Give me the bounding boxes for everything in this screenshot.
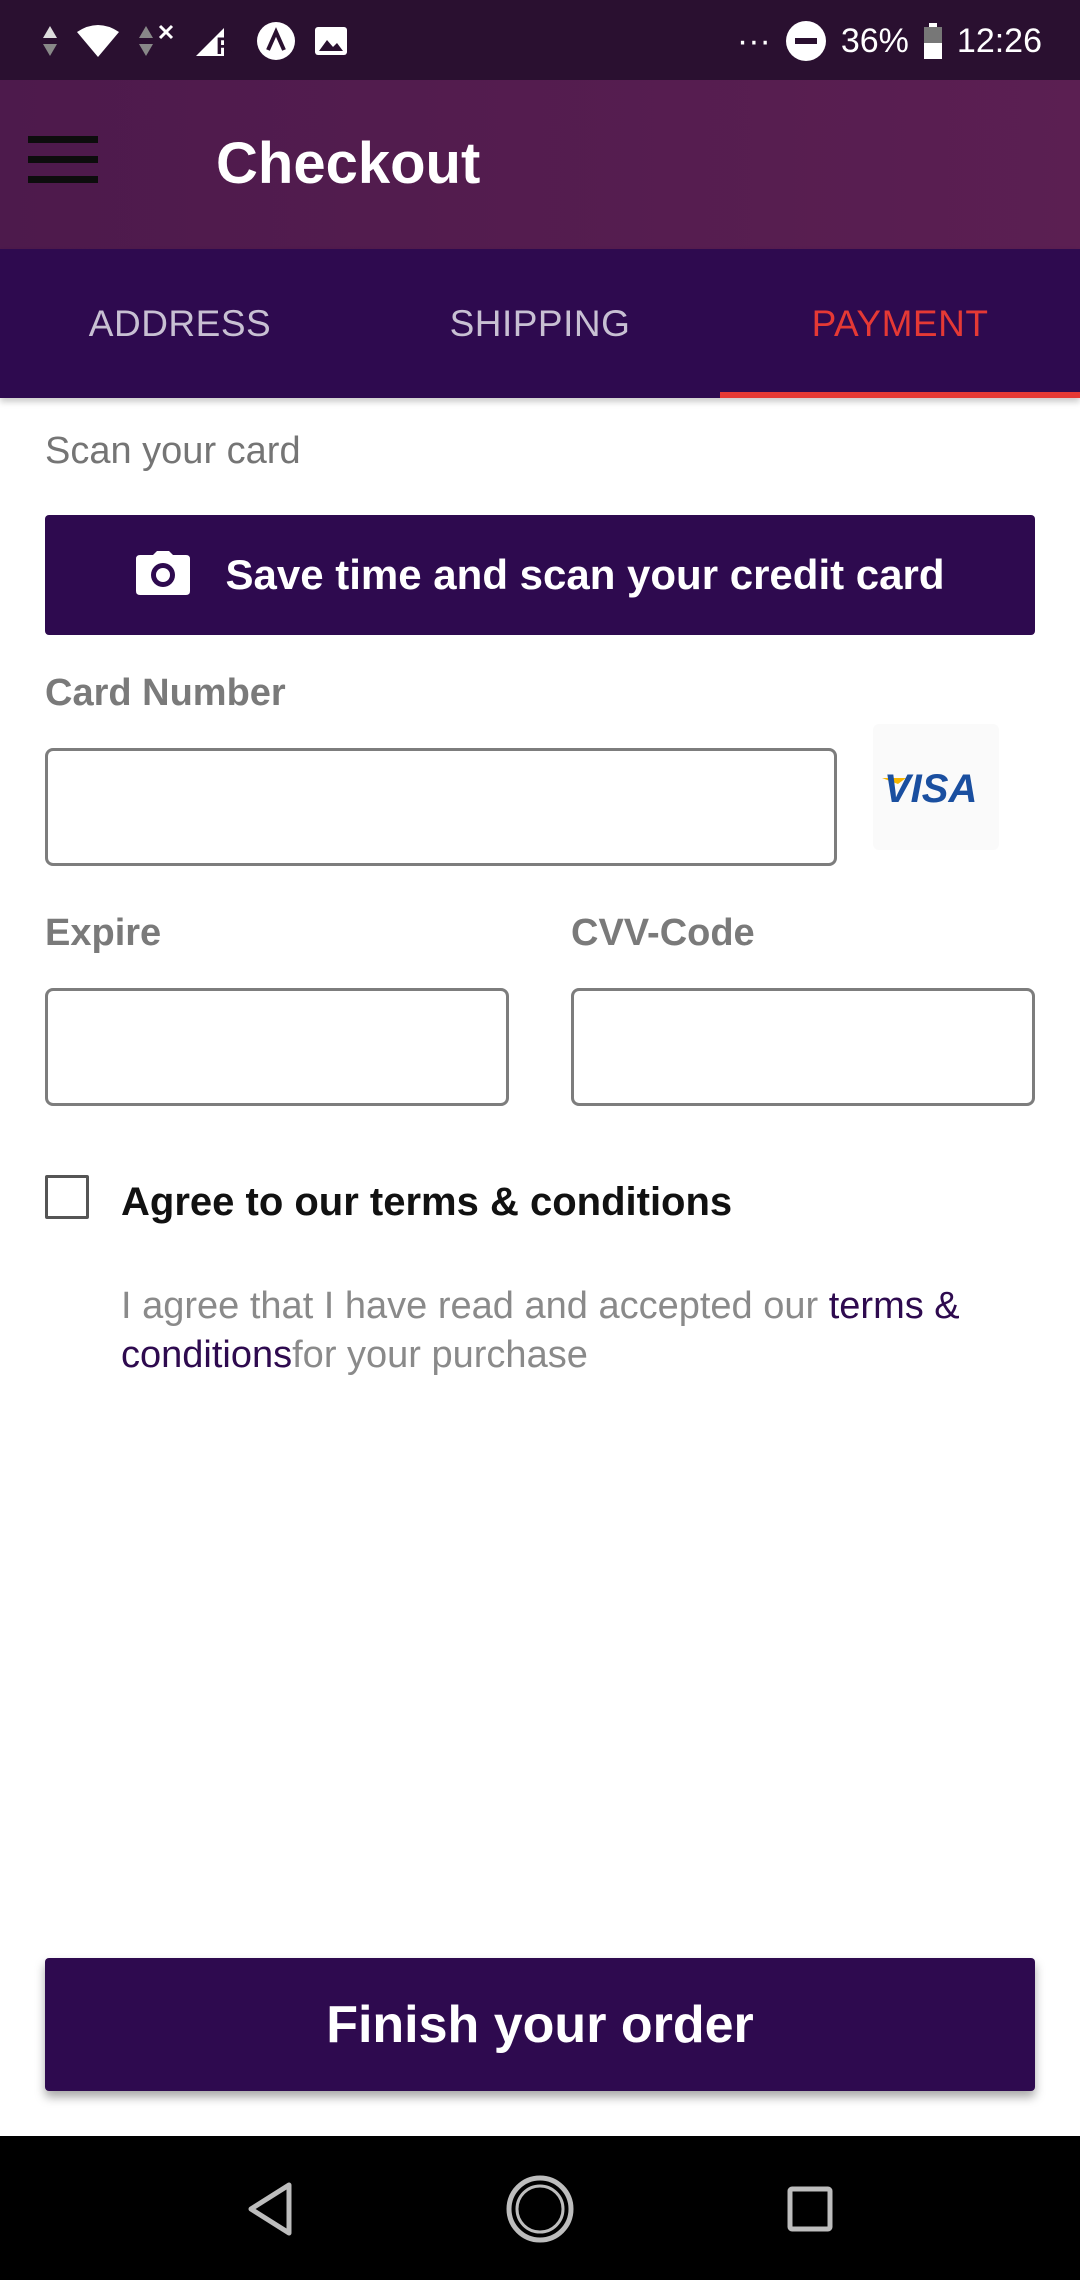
expire-input[interactable] <box>45 988 509 1106</box>
home-circle-icon[interactable] <box>505 2174 575 2244</box>
card-number-input[interactable] <box>45 748 837 866</box>
status-right-icons: ··· 36% 12:26 <box>737 18 1042 64</box>
status-left-icons: R <box>42 18 348 64</box>
finish-order-button[interactable]: Finish your order <box>45 1958 1035 2091</box>
camera-icon <box>135 550 190 600</box>
data-arrows-icon <box>42 24 58 58</box>
overflow-dots: ··· <box>736 21 771 60</box>
do-not-disturb-icon <box>785 20 827 62</box>
app-bar: Checkout <box>0 80 1080 249</box>
svg-text:R: R <box>216 33 233 58</box>
battery-percentage: 36% <box>840 21 909 60</box>
tab-payment[interactable]: PAYMENT <box>720 249 1080 398</box>
scan-card-button[interactable]: Save time and scan your credit card <box>45 515 1035 635</box>
battery-icon <box>923 23 943 59</box>
terms-description: I agree that I have read and accepted ou… <box>121 1282 1041 1380</box>
tab-address[interactable]: ADDRESS <box>0 249 360 398</box>
app-notification-icon <box>256 21 296 61</box>
active-tab-indicator <box>720 392 1080 398</box>
card-number-label: Card Number <box>45 672 286 714</box>
tab-payment-label: PAYMENT <box>811 302 989 344</box>
expire-label: Expire <box>45 912 162 954</box>
terms-checkbox[interactable] <box>45 1175 89 1219</box>
wifi-icon <box>76 24 120 58</box>
terms-text-before: I agree that I have read and accepted ou… <box>121 1285 829 1327</box>
system-navigation-bar <box>0 2136 1080 2280</box>
recents-square-icon[interactable] <box>775 2174 845 2244</box>
terms-heading[interactable]: Agree to our terms & conditions <box>121 1180 732 1225</box>
scan-card-button-label: Save time and scan your credit card <box>225 551 945 598</box>
status-bar: R ··· 36% 12:26 <box>0 0 1080 80</box>
wifi-off-icon <box>138 24 176 58</box>
clock: 12:26 <box>956 21 1042 60</box>
back-triangle-icon[interactable] <box>235 2174 305 2244</box>
checkout-tabs: ADDRESS SHIPPING PAYMENT <box>0 249 1080 398</box>
visa-logo: VISA <box>873 724 999 850</box>
cvv-input[interactable] <box>571 988 1035 1106</box>
cell-signal-roaming-icon: R <box>194 24 238 58</box>
cvv-label: CVV-Code <box>571 912 755 954</box>
scan-section-label: Scan your card <box>45 430 301 472</box>
image-notification-icon <box>314 26 348 56</box>
hamburger-menu-icon[interactable] <box>28 136 98 192</box>
page-title: Checkout <box>216 131 481 196</box>
terms-text-after: for your purchase <box>292 1334 588 1376</box>
tab-shipping[interactable]: SHIPPING <box>360 249 720 398</box>
visa-logo-text: VISA <box>884 767 977 811</box>
